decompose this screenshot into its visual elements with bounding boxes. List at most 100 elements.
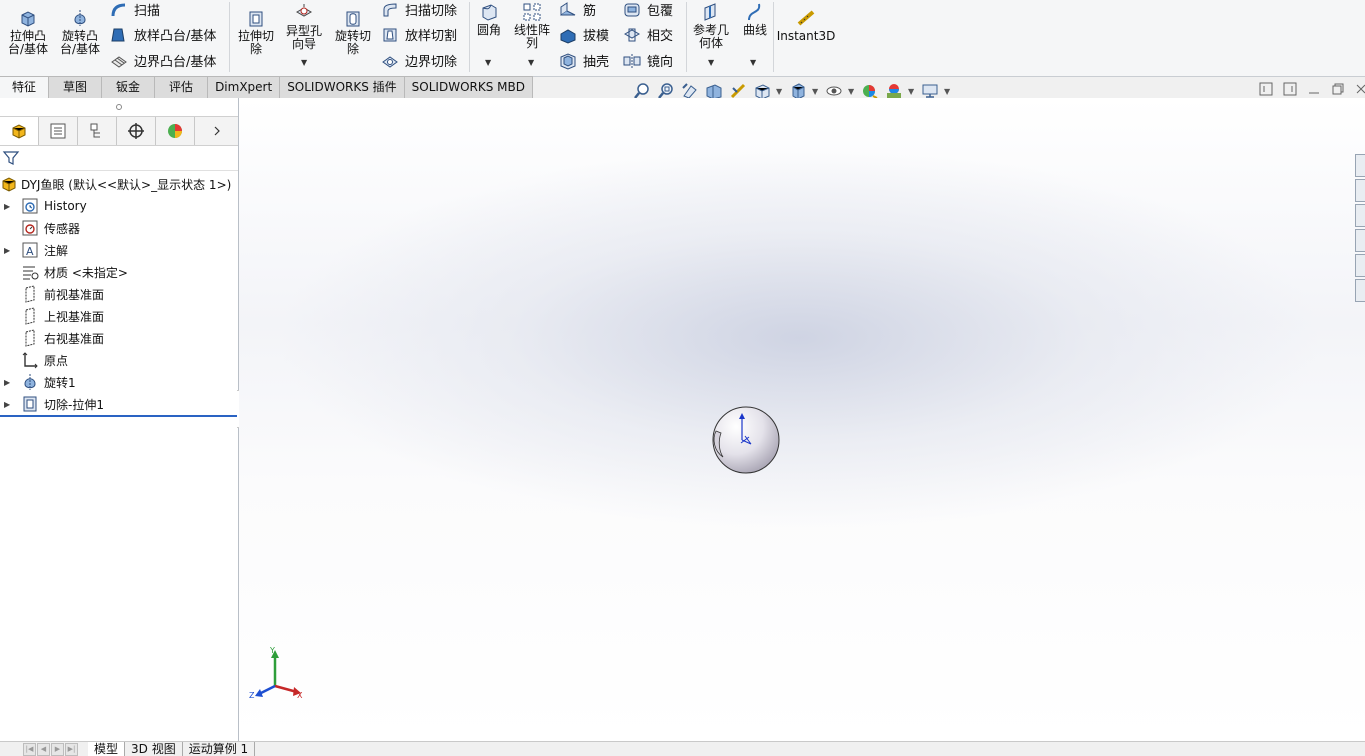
tab-sheet-metal[interactable]: 钣金 <box>102 76 156 99</box>
fillet-dropdown[interactable]: ▼ <box>485 58 491 67</box>
linear-pattern-button[interactable]: 线性阵 列 <box>510 2 554 50</box>
minimize-icon[interactable] <box>1307 82 1321 96</box>
last-tab-icon[interactable]: ▶| <box>65 742 78 756</box>
tree-root-part[interactable]: DYJ鱼眼 (默认<<默认>_显示状态 1>) <box>0 173 238 195</box>
rib-button[interactable]: 筋 <box>559 0 596 19</box>
revolve-boss-icon <box>74 10 86 26</box>
tab-motion-study-1[interactable]: 运动算例 1 <box>183 742 256 756</box>
boundary-cut-button[interactable]: 边界切除 <box>381 51 457 70</box>
property-manager-icon <box>50 123 66 139</box>
tree-item-annotations[interactable]: ▶ A 注解 <box>0 239 238 261</box>
task-pane-design-library-icon[interactable] <box>1355 204 1365 227</box>
tab-features[interactable]: 特征 <box>0 76 50 99</box>
hide-show-dropdown[interactable]: ▼ <box>848 87 856 96</box>
tree-item-right-plane[interactable]: 右视基准面 <box>0 327 238 349</box>
revolve-boss-label: 旋转凸 台/基体 <box>59 29 101 56</box>
tree-item-front-plane[interactable]: 前视基准面 <box>0 283 238 305</box>
tree-item-history[interactable]: ▶ History <box>0 195 238 217</box>
revolve-cut-button[interactable]: 旋转切 除 <box>331 8 375 56</box>
view-orientation-dropdown[interactable]: ▼ <box>776 87 784 96</box>
sphere-model[interactable] <box>711 405 781 475</box>
tab-configuration-manager[interactable] <box>78 117 117 145</box>
annotations-icon: A <box>21 241 39 259</box>
wrap-icon <box>624 3 640 16</box>
tab-dimxpert-manager[interactable] <box>117 117 156 145</box>
expand-icon[interactable]: ▶ <box>4 378 10 387</box>
expand-icon[interactable]: ▶ <box>4 246 10 255</box>
tab-feature-manager[interactable] <box>0 117 39 145</box>
instant3d-button[interactable]: Instant3D <box>777 8 835 43</box>
reference-geometry-button[interactable]: 参考几 何体 <box>689 2 733 50</box>
triad-x-label: X <box>297 691 303 700</box>
plane-icon <box>21 285 39 303</box>
view-settings-dropdown[interactable]: ▼ <box>944 87 952 96</box>
tree-item-sensors[interactable]: 传感器 <box>0 217 238 239</box>
tab-sketch[interactable]: 草图 <box>49 76 103 99</box>
task-pane-file-explorer-icon[interactable] <box>1355 229 1365 252</box>
linear-pattern-label: 线性阵 列 <box>513 23 550 50</box>
hole-wizard-button[interactable]: 异型孔 向导 <box>282 3 326 51</box>
draft-button[interactable]: 拔模 <box>559 25 609 44</box>
loft-boss-button[interactable]: 放样凸台/基体 <box>110 25 216 44</box>
tree-item-top-plane[interactable]: 上视基准面 <box>0 305 238 327</box>
shell-button[interactable]: 抽壳 <box>559 51 609 70</box>
sweep-button[interactable]: 扫描 <box>110 0 160 19</box>
tab-solidworks-addins[interactable]: SOLIDWORKS 插件 <box>280 76 405 99</box>
panel-tabs-more-icon[interactable] <box>195 117 238 145</box>
task-pane-home-icon[interactable] <box>1355 154 1365 177</box>
intersect-button[interactable]: 相交 <box>623 25 673 44</box>
tab-dimxpert[interactable]: DimXpert <box>208 76 281 99</box>
sweep-cut-icon <box>383 2 397 16</box>
hole-wizard-dropdown[interactable]: ▼ <box>301 58 307 67</box>
draft-label: 拔模 <box>583 29 610 44</box>
tab-display-manager[interactable] <box>156 117 195 145</box>
reference-geometry-dropdown[interactable]: ▼ <box>708 58 714 67</box>
task-pane-appearances-icon[interactable] <box>1355 254 1365 277</box>
tab-3d-views[interactable]: 3D 视图 <box>125 742 183 756</box>
panel-splitter[interactable] <box>0 98 238 116</box>
task-pane-resources-icon[interactable] <box>1355 179 1365 202</box>
extrude-boss-button[interactable]: 拉伸凸 台/基体 <box>6 8 50 56</box>
display-style-dropdown[interactable]: ▼ <box>812 87 820 96</box>
restore-icon[interactable] <box>1331 82 1345 96</box>
tab-solidworks-mbd[interactable]: SOLIDWORKS MBD <box>404 76 533 99</box>
revolve-boss-button[interactable]: 旋转凸 台/基体 <box>58 8 102 56</box>
tab-evaluate[interactable]: 评估 <box>155 76 209 99</box>
expand-icon[interactable]: ▶ <box>4 202 10 211</box>
feature-manager-panel: DYJ鱼眼 (默认<<默认>_显示状态 1>) ▶ History 传感器 ▶ … <box>0 98 239 741</box>
next-pane-icon[interactable] <box>1283 82 1297 96</box>
tree-item-material[interactable]: 材质 <未指定> <box>0 261 238 283</box>
mirror-button[interactable]: 镜向 <box>623 51 673 70</box>
linear-pattern-dropdown[interactable]: ▼ <box>528 58 534 67</box>
curves-button[interactable]: 曲线 <box>738 2 772 37</box>
shell-label: 抽壳 <box>583 55 610 70</box>
next-tab-icon[interactable]: ▶ <box>51 742 64 756</box>
close-icon[interactable] <box>1355 82 1365 96</box>
boundary-boss-button[interactable]: 边界凸台/基体 <box>110 51 216 70</box>
graphics-area[interactable]: Y X Z <box>239 98 1365 741</box>
apply-scene-dropdown[interactable]: ▼ <box>908 87 916 96</box>
reference-triad[interactable]: Y X Z <box>247 646 317 706</box>
tree-item-origin[interactable]: 原点 <box>0 349 238 371</box>
curves-dropdown[interactable]: ▼ <box>750 58 756 67</box>
origin-icon <box>21 351 39 369</box>
tree-item-revolve1[interactable]: ▶ 旋转1 <box>0 371 238 393</box>
sweep-cut-button[interactable]: 扫描切除 <box>381 0 457 19</box>
wrap-button[interactable]: 包覆 <box>623 0 673 19</box>
previous-pane-icon[interactable] <box>1259 82 1273 96</box>
feature-tree-filter[interactable] <box>0 146 238 171</box>
boundary-cut-icon <box>382 55 398 68</box>
first-tab-icon[interactable]: |◀ <box>23 742 36 756</box>
tree-item-cut-extrude1[interactable]: ▶ 切除-拉伸1 <box>0 393 238 417</box>
loft-cut-button[interactable]: 放样切割 <box>381 25 457 44</box>
panel-tabs <box>0 116 238 146</box>
fillet-button[interactable]: 圆角 <box>472 2 506 37</box>
tab-model[interactable]: 模型 <box>88 742 126 756</box>
task-pane-custom-properties-icon[interactable] <box>1355 279 1365 302</box>
tab-property-manager[interactable] <box>39 117 78 145</box>
expand-icon[interactable]: ▶ <box>4 400 10 409</box>
extrude-cut-button[interactable]: 拉伸切 除 <box>234 8 278 56</box>
extrude-boss-label: 拉伸凸 台/基体 <box>7 29 49 56</box>
prev-tab-icon[interactable]: ◀ <box>37 742 50 756</box>
extrude-boss-icon <box>21 11 35 27</box>
